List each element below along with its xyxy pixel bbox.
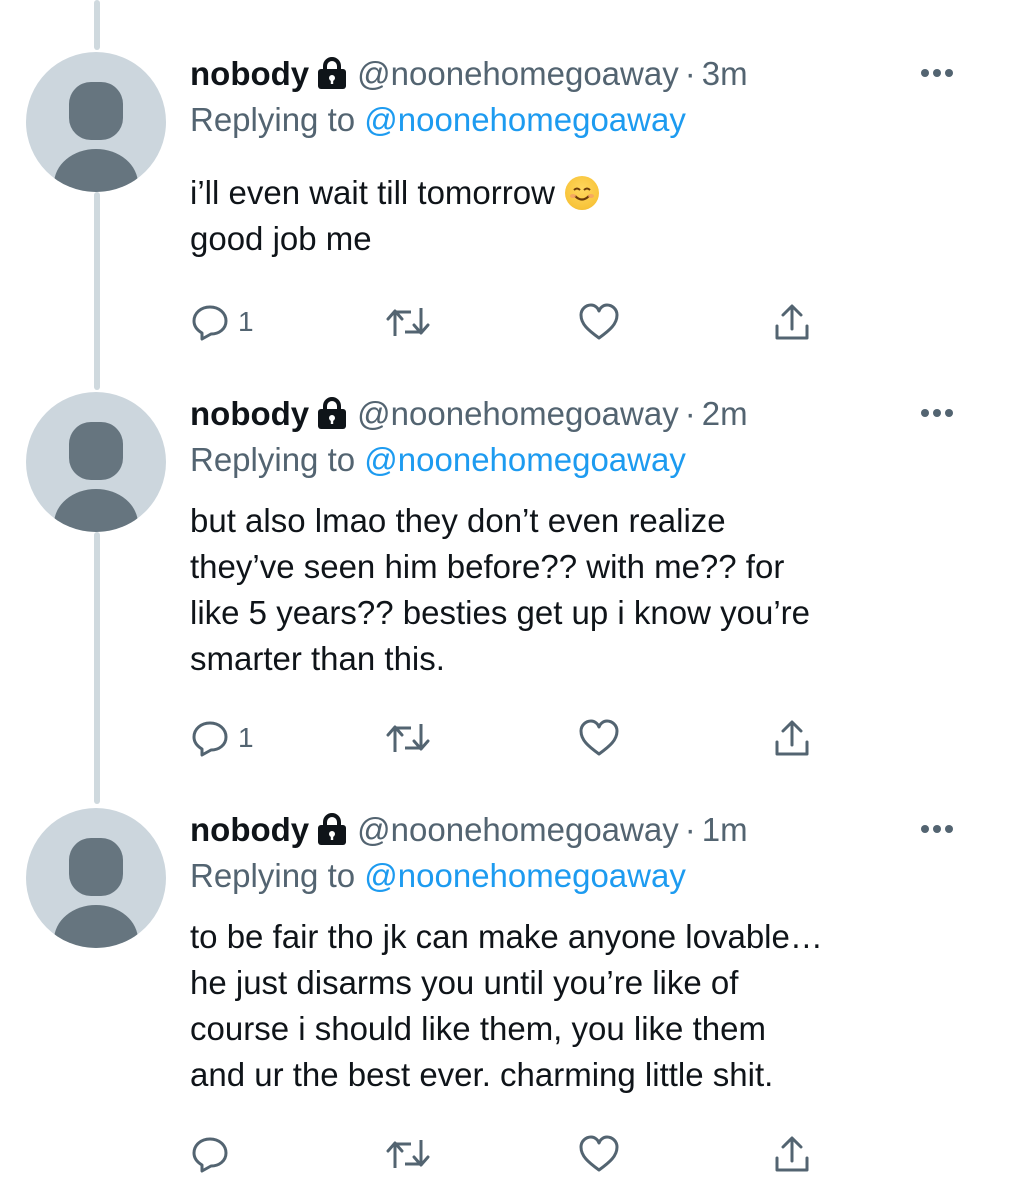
tweet-text-line: course i should like them, you like them xyxy=(190,1010,766,1047)
more-icon[interactable] xyxy=(918,58,956,88)
tweet-text-line: i’ll even wait till tomorrow xyxy=(190,170,980,216)
lock-icon xyxy=(315,56,349,100)
share-icon xyxy=(772,1134,812,1174)
thread-line-top xyxy=(94,0,100,50)
replying-label: Replying to xyxy=(190,101,356,138)
more-icon[interactable] xyxy=(918,398,956,428)
reply-mention-link[interactable]: @noonehomegoaway xyxy=(364,101,686,138)
replying-label: Replying to xyxy=(190,441,356,478)
smiling-face-emoji xyxy=(564,176,599,210)
avatar[interactable] xyxy=(26,52,166,192)
more-icon[interactable] xyxy=(918,814,956,844)
avatar-shoulders xyxy=(54,905,138,948)
replying-to: Replying to @noonehomegoaway xyxy=(190,854,686,898)
separator: · xyxy=(684,811,696,848)
share-button[interactable] xyxy=(772,1132,812,1176)
like-icon xyxy=(578,1134,620,1174)
retweet-button[interactable] xyxy=(385,1132,431,1176)
like-button[interactable] xyxy=(578,1132,620,1176)
tweet-text-line: but also lmao they don’t even realize xyxy=(190,502,726,539)
tweet-text-line: smarter than this. xyxy=(190,640,445,677)
share-button[interactable] xyxy=(772,300,812,344)
avatar-shoulders xyxy=(54,489,138,532)
tweet-text-segment: i’ll even wait till tomorrow xyxy=(190,174,555,211)
reply-count: 1 xyxy=(238,722,254,753)
replying-to: Replying to @noonehomegoaway xyxy=(190,98,686,142)
timestamp[interactable]: 2m xyxy=(702,395,748,432)
replying-to: Replying to @noonehomegoaway xyxy=(190,438,686,482)
avatar-shoulders xyxy=(54,149,138,192)
tweet-actions: 1 xyxy=(0,716,1009,766)
reply-mention-link[interactable]: @noonehomegoaway xyxy=(364,857,686,894)
reply-button[interactable]: 1 xyxy=(190,300,254,344)
lock-icon xyxy=(315,396,349,440)
handle[interactable]: @noonehomegoaway xyxy=(357,811,679,848)
share-icon xyxy=(772,302,812,342)
avatar-head xyxy=(69,422,123,480)
like-button[interactable] xyxy=(578,716,620,760)
tweet[interactable]: nobody @noonehomegoaway · 1m Replying to @n… xyxy=(0,808,1009,1198)
reply-count: 1 xyxy=(238,306,254,337)
tweet-header: nobody @noonehomegoaway · 3m xyxy=(190,52,748,100)
reply-icon xyxy=(190,302,230,342)
retweet-button[interactable] xyxy=(385,300,431,344)
share-icon xyxy=(772,718,812,758)
reply-icon xyxy=(190,1134,230,1174)
retweet-button[interactable] xyxy=(385,716,431,760)
tweet-text: i’ll even wait till tomorrow good job me xyxy=(190,170,980,262)
tweet[interactable]: nobody @noonehomegoaway · 2m Replying to @n… xyxy=(0,392,1009,782)
reply-button[interactable] xyxy=(190,1132,238,1176)
retweet-icon xyxy=(385,1134,431,1174)
share-button[interactable] xyxy=(772,716,812,760)
tweet-text-line: he just disarms you until you’re like of xyxy=(190,964,739,1001)
timestamp[interactable]: 1m xyxy=(702,811,748,848)
avatar-head xyxy=(69,838,123,896)
avatar-head xyxy=(69,82,123,140)
separator: · xyxy=(684,395,696,432)
timestamp[interactable]: 3m xyxy=(702,55,748,92)
handle[interactable]: @noonehomegoaway xyxy=(357,395,679,432)
retweet-icon xyxy=(385,718,431,758)
tweet-text-line: good job me xyxy=(190,220,372,257)
tweet-text-line: they’ve seen him before?? with me?? for xyxy=(190,548,785,585)
tweet[interactable]: nobody @noonehomegoaway · 3m Replying to @n… xyxy=(0,52,1009,352)
tweet-header: nobody @noonehomegoaway · 2m xyxy=(190,392,748,440)
tweet-text-line: and ur the best ever. charming little sh… xyxy=(190,1056,774,1093)
lock-icon xyxy=(315,812,349,856)
separator: · xyxy=(684,55,696,92)
reply-button[interactable]: 1 xyxy=(190,716,254,760)
tweet-text-line: like 5 years?? besties get up i know you… xyxy=(190,594,811,631)
like-icon xyxy=(578,302,620,342)
tweet-text-line: to be fair tho jk can make anyone lovabl… xyxy=(190,918,823,955)
reply-mention-link[interactable]: @noonehomegoaway xyxy=(364,441,686,478)
tweet-header: nobody @noonehomegoaway · 1m xyxy=(190,808,748,856)
display-name[interactable]: nobody xyxy=(190,55,309,92)
like-icon xyxy=(578,718,620,758)
replying-label: Replying to xyxy=(190,857,356,894)
handle[interactable]: @noonehomegoaway xyxy=(357,55,679,92)
reply-icon xyxy=(190,718,230,758)
tweet-text: to be fair tho jk can make anyone lovabl… xyxy=(190,914,980,1098)
display-name[interactable]: nobody xyxy=(190,395,309,432)
tweet-text: but also lmao they don’t even realize th… xyxy=(190,498,980,682)
display-name[interactable]: nobody xyxy=(190,811,309,848)
avatar[interactable] xyxy=(26,392,166,532)
tweet-actions: 1 xyxy=(0,300,1009,350)
avatar[interactable] xyxy=(26,808,166,948)
retweet-icon xyxy=(385,302,431,342)
tweet-actions xyxy=(0,1132,1009,1182)
like-button[interactable] xyxy=(578,300,620,344)
